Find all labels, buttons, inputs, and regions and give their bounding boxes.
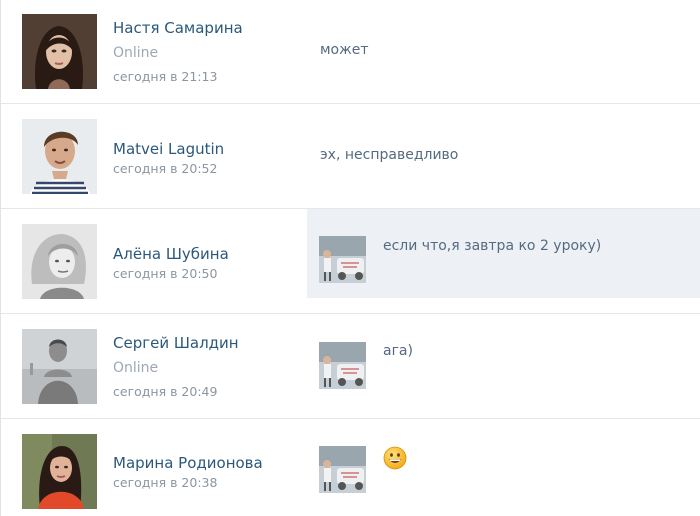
message-text: эх, несправедливо: [320, 147, 459, 163]
dialog-row[interactable]: Марина Родионова сегодня в 20:38: [1, 419, 700, 516]
message-preview[interactable]: [307, 419, 700, 516]
dialog-time: сегодня в 20:38: [113, 475, 218, 490]
grinning-face-emoji: [383, 446, 407, 470]
message-preview[interactable]: ага): [307, 314, 700, 418]
sender-avatar: [319, 236, 366, 283]
message-preview-unread[interactable]: если что,я завтра ко 2 уроку): [307, 209, 700, 298]
dialog-row[interactable]: Matvei Lagutin сегодня в 20:52 эх, неспр…: [1, 104, 700, 209]
online-status: Online: [113, 45, 159, 61]
sender-avatar: [319, 446, 366, 493]
dialog-name[interactable]: Настя Самарина: [113, 19, 243, 37]
dialog-name[interactable]: Сергей Шалдин: [113, 334, 239, 352]
avatar[interactable]: [22, 224, 97, 299]
message-text: если что,я завтра ко 2 уроку): [383, 238, 602, 254]
dialog-time: сегодня в 21:13: [113, 69, 218, 84]
dialog-time: сегодня в 20:50: [113, 266, 218, 281]
avatar[interactable]: [22, 119, 97, 194]
dialog-name[interactable]: Алёна Шубина: [113, 245, 229, 263]
avatar[interactable]: [22, 14, 97, 89]
online-status: Online: [113, 360, 159, 376]
dialog-time: сегодня в 20:49: [113, 384, 218, 399]
sender-avatar: [319, 342, 366, 389]
dialog-row[interactable]: Алёна Шубина сегодня в 20:50 если что,я …: [1, 209, 700, 314]
avatar[interactable]: [22, 434, 97, 509]
message-text: может: [320, 42, 369, 58]
message-preview[interactable]: может: [307, 0, 700, 103]
dialog-row[interactable]: Сергей Шалдин Online сегодня в 20:49 ага…: [1, 314, 700, 419]
avatar[interactable]: [22, 329, 97, 404]
dialog-row[interactable]: Настя Самарина Online сегодня в 21:13 мо…: [1, 0, 700, 104]
dialogs-list: Настя Самарина Online сегодня в 21:13 мо…: [0, 0, 700, 516]
dialog-name[interactable]: Марина Родионова: [113, 454, 263, 472]
dialog-name[interactable]: Matvei Lagutin: [113, 140, 224, 158]
dialog-time: сегодня в 20:52: [113, 161, 218, 176]
message-preview[interactable]: эх, несправедливо: [307, 104, 700, 208]
message-text: ага): [383, 343, 413, 359]
